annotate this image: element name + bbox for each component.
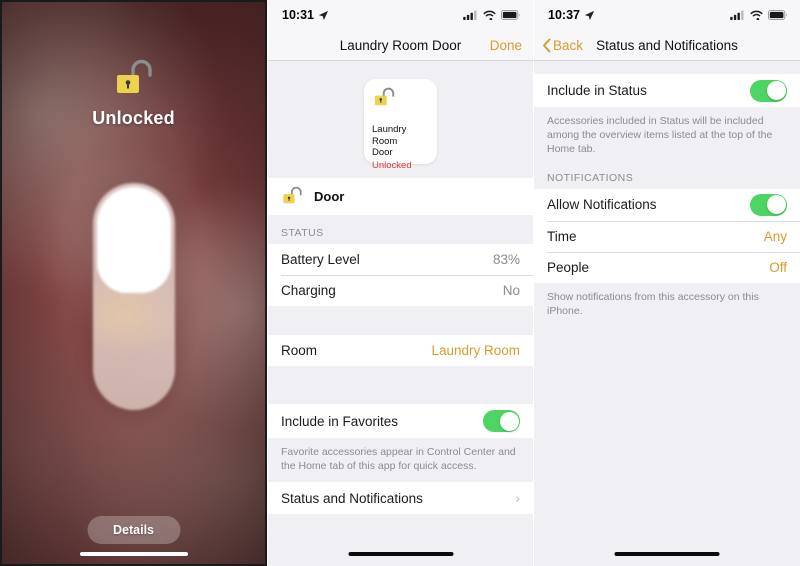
status-bar-left: 10:37 bbox=[548, 8, 595, 22]
cellular-bars-icon bbox=[463, 10, 477, 20]
row-value: Laundry Room bbox=[431, 343, 520, 358]
toggle-knob bbox=[499, 411, 519, 431]
unlocked-padlock-icon bbox=[116, 59, 152, 93]
back-button[interactable]: Back bbox=[542, 38, 583, 53]
accessory-type-label: Door bbox=[314, 189, 345, 204]
row-value: 83% bbox=[492, 252, 520, 267]
battery-icon bbox=[768, 10, 787, 20]
row-label: Room bbox=[281, 343, 318, 358]
table-row[interactable]: People Off bbox=[534, 251, 800, 283]
toggle-knob bbox=[766, 195, 786, 215]
row-value: No bbox=[502, 283, 520, 298]
home-indicator[interactable] bbox=[348, 552, 453, 556]
include-in-status-toggle[interactable] bbox=[750, 79, 787, 102]
row-label: Charging bbox=[281, 283, 336, 298]
battery-icon bbox=[501, 10, 520, 20]
include-in-status-row[interactable]: Include in Status bbox=[534, 74, 800, 107]
home-indicator[interactable] bbox=[614, 552, 720, 556]
home-indicator[interactable] bbox=[79, 552, 188, 556]
row-value: Any bbox=[763, 228, 787, 244]
status-and-notifications-row[interactable]: Status and Notifications › bbox=[268, 482, 533, 515]
section-gap bbox=[268, 366, 533, 404]
cellular-bars-icon bbox=[730, 10, 744, 20]
accessory-tile[interactable]: Laundry Room Door Unlocked bbox=[364, 79, 437, 171]
table-row[interactable]: Room Laundry Room bbox=[268, 335, 533, 366]
accessory-tile-state: Unlocked bbox=[372, 159, 412, 171]
allow-notifications-row[interactable]: Allow Notifications bbox=[534, 188, 800, 221]
include-in-status-footnote: Accessories included in Status will be i… bbox=[534, 107, 800, 166]
bottom-spacer bbox=[268, 514, 533, 555]
chevron-left-icon bbox=[543, 38, 551, 52]
details-button[interactable]: Details bbox=[87, 516, 180, 544]
lock-status-label: Unlocked bbox=[92, 108, 175, 128]
wifi-icon bbox=[483, 10, 496, 20]
screenshot-root: Unlocked Details 10:31 Laundry Room Door… bbox=[0, 0, 800, 566]
status-bar: 10:31 bbox=[268, 0, 533, 30]
status-section-header: STATUS bbox=[268, 215, 533, 244]
row-value: Off bbox=[769, 259, 787, 275]
table-row[interactable]: Time Any bbox=[534, 220, 800, 252]
row-label: Allow Notifications bbox=[547, 197, 657, 213]
lock-slider[interactable] bbox=[93, 183, 175, 410]
favorites-group: Include in Favorites bbox=[268, 404, 533, 438]
row-label: People bbox=[547, 259, 590, 275]
accessory-scroll-area[interactable]: Laundry Room Door Unlocked Door STATUS B… bbox=[268, 61, 533, 566]
toggle-knob bbox=[766, 81, 786, 100]
status-bar-right bbox=[730, 10, 788, 20]
status-section-group: Battery Level 83% Charging No bbox=[268, 244, 533, 306]
accessory-tile-name-line2: Door bbox=[372, 147, 393, 159]
status-bar-left: 10:31 bbox=[282, 8, 329, 22]
allow-notifications-toggle[interactable] bbox=[750, 193, 787, 216]
accessory-tile-name-line1: Laundry Room bbox=[372, 124, 407, 147]
slider-fill bbox=[97, 187, 171, 293]
status-bar: 10:37 bbox=[534, 0, 800, 30]
notifications-section-header: NOTIFICATIONS bbox=[534, 165, 800, 189]
status-bar-time: 10:31 bbox=[282, 8, 314, 22]
back-button-label: Back bbox=[553, 37, 584, 53]
nav-bar: Laundry Room Door Done bbox=[268, 30, 533, 61]
location-arrow-icon bbox=[584, 10, 595, 20]
row-label: Include in Status bbox=[547, 83, 647, 98]
notifications-group: Allow Notifications Time Any People Off bbox=[534, 188, 800, 283]
unlocked-padlock-icon-wrap bbox=[0, 58, 267, 98]
wifi-icon bbox=[750, 10, 763, 20]
table-row[interactable]: Battery Level 83% bbox=[268, 244, 533, 275]
include-in-favorites-toggle[interactable] bbox=[483, 410, 520, 432]
row-label: Include in Favorites bbox=[281, 413, 399, 429]
row-label: Status and Notifications bbox=[281, 490, 423, 506]
include-in-status-group: Include in Status bbox=[534, 74, 800, 107]
status-bar-right bbox=[463, 10, 521, 20]
accessory-detail-panel: 10:31 Laundry Room Door Done Laundry Roo… bbox=[268, 0, 533, 566]
include-in-favorites-row[interactable]: Include in Favorites bbox=[268, 404, 533, 438]
status-notifications-panel: 10:37 Back Status and Notifications Incl… bbox=[534, 0, 800, 566]
nav-bar: Back Status and Notifications bbox=[534, 30, 800, 61]
accessory-type-row[interactable]: Door bbox=[268, 178, 533, 215]
status-notifications-group: Status and Notifications › bbox=[268, 482, 533, 515]
unlocked-padlock-icon bbox=[283, 186, 302, 204]
done-button[interactable]: Done bbox=[490, 38, 522, 53]
status-notifications-scroll-area[interactable]: Include in Status Accessories included i… bbox=[534, 61, 800, 566]
row-label: Time bbox=[547, 228, 577, 244]
status-bar-time: 10:37 bbox=[548, 8, 580, 22]
section-gap bbox=[268, 306, 533, 335]
unlocked-padlock-icon bbox=[374, 87, 395, 106]
room-section-group: Room Laundry Room bbox=[268, 335, 533, 366]
notifications-footnote: Show notifications from this accessory o… bbox=[534, 282, 800, 327]
lock-screen-panel: Unlocked Details bbox=[0, 0, 267, 566]
top-spacer bbox=[534, 61, 800, 74]
table-row[interactable]: Charging No bbox=[268, 275, 533, 306]
row-label: Battery Level bbox=[281, 252, 360, 267]
chevron-right-icon: › bbox=[515, 490, 520, 507]
location-arrow-icon bbox=[318, 10, 329, 20]
favorites-footnote: Favorite accessories appear in Control C… bbox=[268, 438, 533, 483]
accessory-tile-hero: Laundry Room Door Unlocked bbox=[268, 61, 533, 178]
